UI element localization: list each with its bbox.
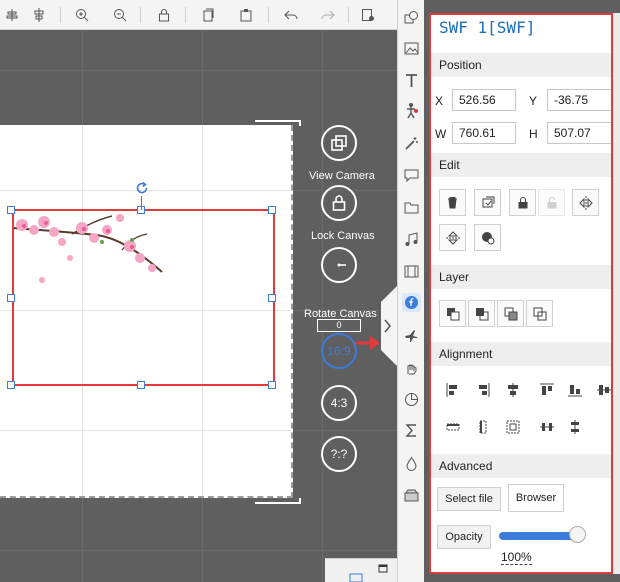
h-label: H: [529, 127, 538, 141]
canvas-area[interactable]: View Camera Lock Canvas 0 Rotate Canvas …: [0, 30, 397, 582]
panel-scrollbar[interactable]: [613, 13, 620, 574]
music-icon[interactable]: [402, 230, 421, 249]
lock-button[interactable]: [509, 189, 536, 216]
ratio-custom-button[interactable]: ?:?: [321, 436, 357, 472]
panel-title: SWF 1[SWF]: [439, 18, 536, 37]
w-field[interactable]: 760.61: [452, 122, 516, 144]
w-label: W: [435, 127, 447, 141]
align-v-center-icon[interactable]: [593, 379, 611, 401]
pie-chart-icon[interactable]: [402, 390, 421, 409]
bring-to-front-button[interactable]: [439, 300, 466, 327]
paste-icon[interactable]: [236, 5, 256, 25]
folder-icon[interactable]: [402, 198, 421, 217]
view-camera-button[interactable]: [321, 125, 357, 161]
align-right-icon[interactable]: [472, 379, 494, 401]
magic-wand-icon[interactable]: [402, 134, 421, 153]
redo-icon[interactable]: [318, 5, 338, 25]
text-icon[interactable]: [402, 71, 421, 90]
replace-button[interactable]: [474, 189, 501, 216]
resize-handle[interactable]: [137, 381, 145, 389]
flip-vertical-button[interactable]: [439, 224, 466, 251]
plane-icon[interactable]: [402, 326, 421, 345]
undo-icon[interactable]: [281, 5, 301, 25]
view-camera-label: View Camera: [309, 170, 375, 182]
x-field[interactable]: 526.56: [452, 89, 516, 111]
y-field[interactable]: -36.75: [547, 89, 611, 111]
element-sidebar: [397, 0, 424, 582]
align-top-icon[interactable]: [536, 379, 558, 401]
rotate-angle-field[interactable]: 0: [317, 319, 361, 332]
layer-heading: Layer: [431, 265, 611, 289]
resize-handle[interactable]: [268, 381, 276, 389]
browser-button[interactable]: Browser: [508, 484, 564, 512]
lock-icon[interactable]: [154, 5, 174, 25]
fit-canvas-icon[interactable]: [502, 416, 524, 438]
distribute-horizontal-icon[interactable]: [536, 416, 558, 438]
speech-bubble-icon[interactable]: [402, 166, 421, 185]
align-bottom-icon[interactable]: [564, 379, 586, 401]
align-h-center-icon[interactable]: [502, 379, 524, 401]
character-icon[interactable]: [402, 101, 421, 120]
opacity-value: 100%: [501, 550, 532, 565]
bring-forward-button[interactable]: [468, 300, 495, 327]
alignment-heading: Alignment: [431, 342, 611, 366]
opacity-slider-knob[interactable]: [568, 526, 586, 543]
clear-icon[interactable]: [358, 5, 378, 25]
lock-canvas-label: Lock Canvas: [311, 230, 375, 242]
resize-handle[interactable]: [7, 294, 15, 302]
unlock-button[interactable]: [538, 189, 565, 216]
lock-canvas-button[interactable]: [321, 185, 357, 221]
distribute-icon[interactable]: [29, 5, 49, 25]
resize-handle[interactable]: [7, 381, 15, 389]
selection-box[interactable]: [12, 209, 275, 386]
rotate-canvas-label: Rotate Canvas: [304, 308, 377, 320]
fit-width-icon[interactable]: [442, 416, 464, 438]
rotate-handle-icon[interactable]: [134, 180, 150, 196]
mini-toolbar: [325, 558, 397, 582]
resize-handle[interactable]: [7, 206, 15, 214]
drop-icon[interactable]: [402, 454, 421, 473]
opacity-label: Opacity: [437, 525, 491, 549]
video-icon[interactable]: [402, 262, 421, 281]
screen-icon: [349, 573, 363, 582]
ratio-16-9-button[interactable]: 16:9: [321, 333, 357, 369]
distribute-vertical-icon[interactable]: [564, 416, 586, 438]
resize-handle[interactable]: [268, 206, 276, 214]
delete-button[interactable]: [439, 189, 466, 216]
x-label: X: [435, 94, 444, 108]
zoom-out-icon[interactable]: [110, 5, 130, 25]
align-left-icon[interactable]: [442, 379, 464, 401]
flip-horizontal-button[interactable]: [572, 189, 599, 216]
hand-draw-icon[interactable]: [402, 358, 421, 377]
send-backward-button[interactable]: [497, 300, 524, 327]
edit-heading: Edit: [431, 153, 611, 177]
collapse-panel-tab[interactable]: [378, 286, 397, 366]
swf-icon[interactable]: [402, 293, 421, 312]
ratio-4-3-button[interactable]: 4:3: [321, 385, 357, 421]
shape-icon[interactable]: [402, 8, 421, 27]
formula-icon[interactable]: [402, 421, 421, 440]
window-restore-icon[interactable]: [378, 563, 388, 573]
copy-icon[interactable]: [198, 5, 218, 25]
zoom-in-icon[interactable]: [72, 5, 92, 25]
link-button[interactable]: [474, 224, 501, 251]
advanced-heading: Advanced: [431, 454, 611, 478]
opacity-slider-track[interactable]: [499, 532, 577, 540]
property-panel: SWF 1[SWF] Position X 526.56 Y -36.75 W …: [429, 13, 613, 574]
fit-height-icon[interactable]: [472, 416, 494, 438]
align-center-icon[interactable]: [2, 5, 22, 25]
position-heading: Position: [431, 53, 611, 77]
rotate-canvas-button[interactable]: [321, 247, 357, 283]
box-icon[interactable]: [402, 486, 421, 505]
top-toolbar: [0, 0, 397, 30]
h-field[interactable]: 507.07: [547, 122, 611, 144]
select-file-button[interactable]: Select file: [437, 487, 501, 511]
y-label: Y: [529, 94, 538, 108]
send-to-back-button[interactable]: [526, 300, 553, 327]
resize-handle[interactable]: [268, 294, 276, 302]
image-icon[interactable]: [402, 39, 421, 58]
